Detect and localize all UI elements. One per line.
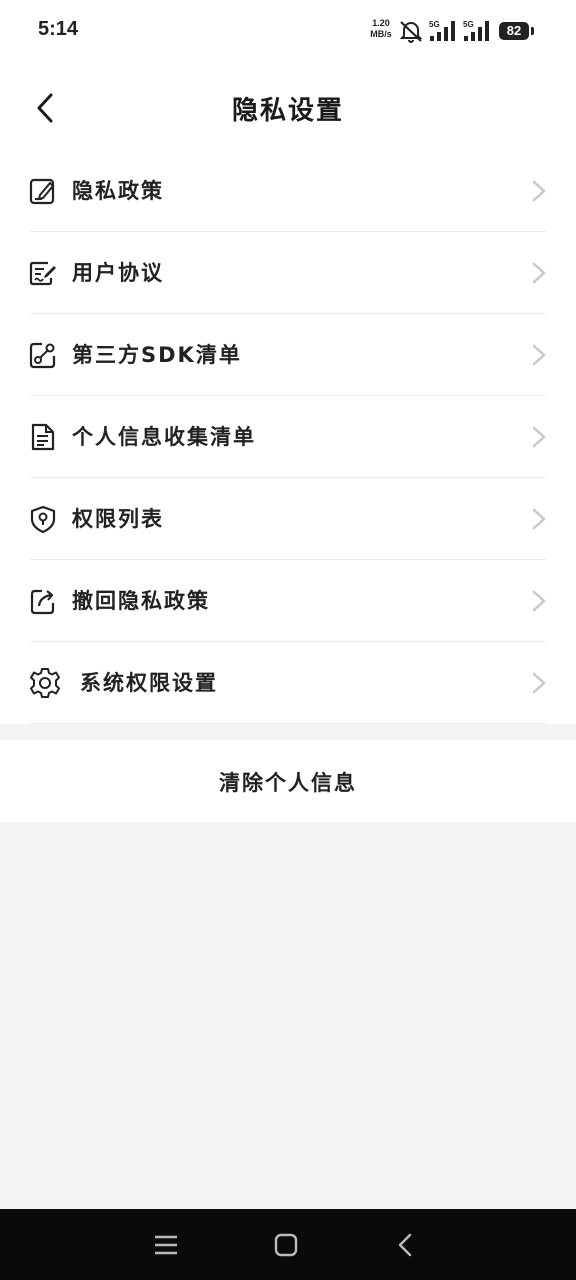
back-icon[interactable] [390, 1229, 422, 1261]
settings-menu: 隐私政策 用户协议 第三方SDK清单 个人信息收集清单 权限列表 撤回隐私政策 … [0, 150, 576, 724]
chevron-right-icon [532, 262, 546, 284]
menu-item-third-party-sdk[interactable]: 第三方SDK清单 [0, 314, 576, 396]
battery-tip [531, 27, 534, 35]
clear-personal-info-label: 清除个人信息 [219, 771, 357, 795]
menu-item-revoke-privacy[interactable]: 撤回隐私政策 [0, 560, 576, 642]
clear-personal-info-button[interactable]: 清除个人信息 [0, 740, 576, 822]
menu-item-label: 系统权限设置 [80, 671, 218, 695]
menu-item-label: 第三方SDK清单 [72, 343, 242, 367]
chevron-right-icon [532, 426, 546, 448]
menu-item-label: 用户协议 [72, 261, 164, 285]
mute-bell-icon [399, 21, 423, 43]
gear-icon [30, 668, 60, 698]
chevron-right-icon [532, 590, 546, 612]
menu-item-label: 隐私政策 [72, 179, 164, 203]
document-edit-icon [29, 178, 55, 205]
battery-indicator: 82 [499, 22, 529, 40]
signal-strength-icon [430, 21, 455, 41]
revoke-arrow-icon [30, 589, 55, 615]
screen: 5:14 1.20 MB/s 5G 5G 82 隐私设置 隐私政策 用户协议 第… [0, 0, 576, 1280]
menu-item-label: 权限列表 [72, 507, 164, 531]
divider [30, 723, 546, 724]
chevron-right-icon [532, 180, 546, 202]
menu-item-system-permission[interactable]: 系统权限设置 [0, 642, 576, 724]
system-nav-bar [0, 1209, 576, 1280]
menu-item-permission-list[interactable]: 权限列表 [0, 478, 576, 560]
home-icon[interactable] [270, 1229, 302, 1261]
chevron-right-icon [532, 344, 546, 366]
chevron-right-icon [532, 672, 546, 694]
menu-item-personal-info-list[interactable]: 个人信息收集清单 [0, 396, 576, 478]
menu-item-label: 个人信息收集清单 [72, 425, 256, 449]
menu-item-label: 撤回隐私政策 [72, 589, 210, 613]
net-speed-unit: MB/s [370, 29, 392, 39]
menu-item-privacy-policy[interactable]: 隐私政策 [0, 150, 576, 232]
shield-location-icon [30, 505, 56, 534]
file-list-icon [31, 423, 55, 451]
status-bar: 5:14 1.20 MB/s 5G 5G 82 [0, 0, 576, 62]
chevron-right-icon [532, 508, 546, 530]
net-speed-value: 1.20 [372, 18, 390, 28]
signal-strength-icon [464, 21, 489, 41]
menu-icon[interactable] [150, 1229, 182, 1261]
status-time: 5:14 [38, 18, 79, 40]
share-link-icon [29, 342, 56, 369]
agreement-pen-icon [29, 261, 56, 286]
net-speed: 1.20 MB/s [366, 18, 396, 40]
menu-item-user-agreement[interactable]: 用户协议 [0, 232, 576, 314]
page-title: 隐私设置 [231, 96, 344, 126]
header: 隐私设置 [0, 62, 576, 150]
